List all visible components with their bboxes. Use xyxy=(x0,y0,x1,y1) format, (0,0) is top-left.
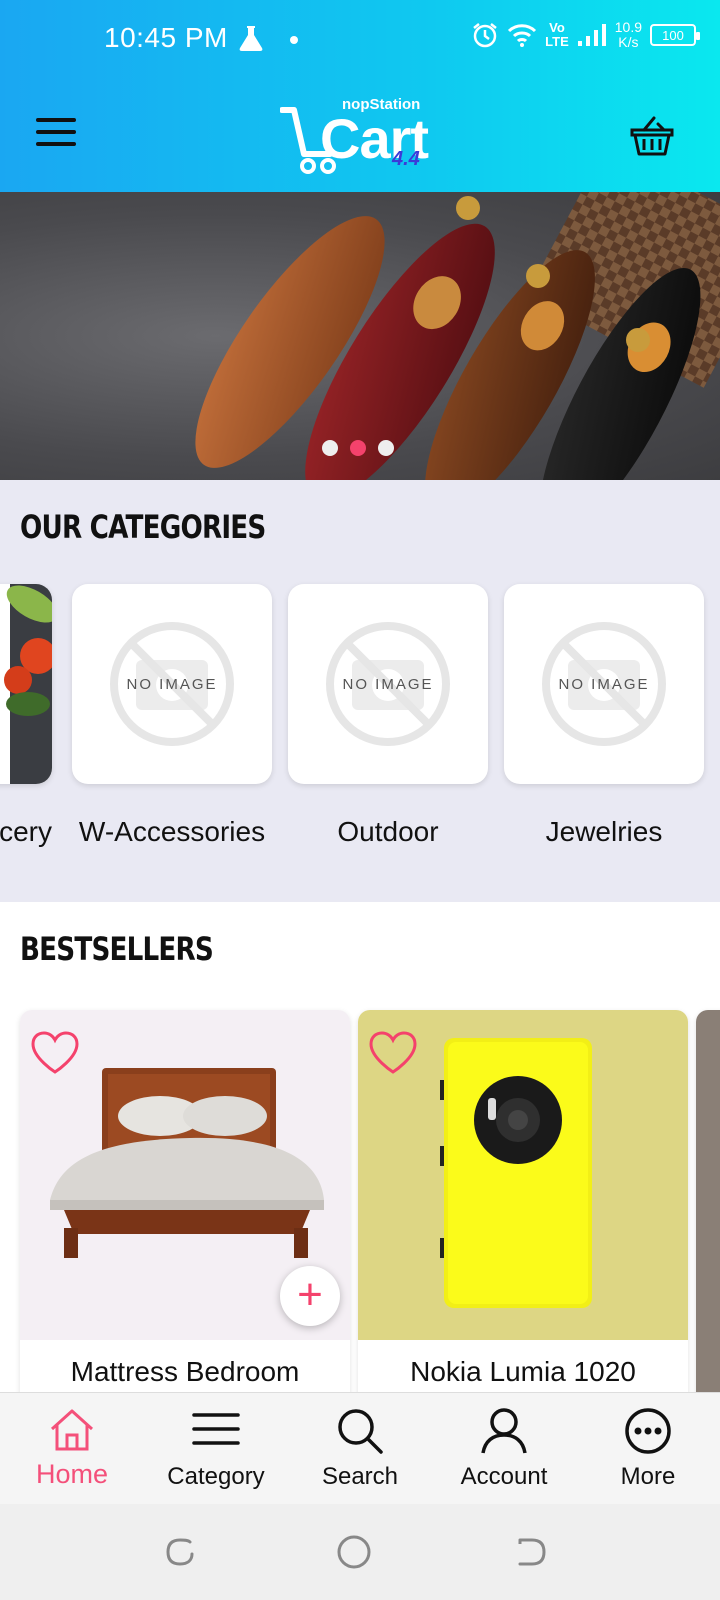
no-image-text: NO IMAGE xyxy=(126,676,218,693)
no-image-text: NO IMAGE xyxy=(342,676,434,693)
nav-label: Category xyxy=(167,1463,265,1490)
back-icon[interactable] xyxy=(510,1532,550,1572)
network-speed-unit: K/s xyxy=(618,34,639,50)
carousel-dot[interactable] xyxy=(378,440,394,456)
status-right: Vo LTE 10.9 K/s 100 xyxy=(471,20,700,50)
system-navigation-bar xyxy=(0,1504,720,1600)
menu-button[interactable] xyxy=(36,118,76,148)
account-icon xyxy=(481,1408,527,1454)
category-label[interactable]: cery xyxy=(0,816,52,848)
nav-label: Search xyxy=(321,1463,399,1490)
nav-home[interactable]: Home xyxy=(0,1393,144,1504)
nav-account[interactable]: Account xyxy=(432,1393,576,1504)
signal-icon xyxy=(577,24,606,46)
notification-dot xyxy=(290,36,298,44)
battery-icon: 100 xyxy=(650,24,700,46)
carousel-dot-active[interactable] xyxy=(350,440,366,456)
search-icon xyxy=(338,1409,383,1454)
volte-indicator: Vo LTE xyxy=(545,21,569,49)
alarm-icon xyxy=(473,23,497,48)
product-card-nokia-lumia-1020[interactable]: Nokia Lumia 1020 xyxy=(358,1010,688,1392)
battery-level: 100 xyxy=(662,27,684,43)
carousel-dot[interactable] xyxy=(322,440,338,456)
more-icon xyxy=(625,1408,671,1454)
hamburger-line xyxy=(36,142,76,146)
promo-banner[interactable] xyxy=(0,192,720,480)
product-name[interactable]: Mattress Bedroom xyxy=(20,1356,350,1388)
volte-top: Vo xyxy=(549,20,565,35)
category-label[interactable]: W-Accessories xyxy=(62,816,282,848)
category-card-grocery[interactable] xyxy=(0,584,52,784)
categories-section: OUR CATEGORIES cery NO IMAGE W-Accessori… xyxy=(0,480,720,902)
nav-more[interactable]: More xyxy=(576,1393,720,1504)
home-system-icon[interactable] xyxy=(334,1532,374,1572)
nav-category[interactable]: Category xyxy=(144,1393,288,1504)
category-card-outdoor[interactable]: NO IMAGE xyxy=(288,584,488,784)
category-card-jewelries[interactable]: NO IMAGE xyxy=(504,584,704,784)
hamburger-line xyxy=(36,130,76,134)
nav-label: Home xyxy=(35,1459,109,1489)
hamburger-line xyxy=(36,118,76,122)
network-speed: 10.9 K/s xyxy=(615,20,642,50)
nav-search[interactable]: Search xyxy=(288,1393,432,1504)
app-header: 10:45 PM Vo LTE 10.9 K/s 100 nopStation … xyxy=(0,0,720,192)
status-bar: 10:45 PM Vo LTE 10.9 K/s 100 xyxy=(0,0,720,80)
brand-version: 4.4 xyxy=(392,148,420,170)
bestsellers-title: BESTSELLERS xyxy=(20,930,214,968)
nav-label: Account xyxy=(460,1463,548,1490)
home-icon xyxy=(50,1409,94,1451)
product-card-mattress-bedroom[interactable]: + Mattress Bedroom xyxy=(20,1010,350,1392)
favorite-heart-icon[interactable] xyxy=(30,1030,80,1076)
add-to-cart-button[interactable]: + xyxy=(280,1266,340,1326)
recents-icon[interactable] xyxy=(160,1532,200,1572)
volte-bottom: LTE xyxy=(545,34,569,49)
banner-image xyxy=(195,192,720,480)
nav-label: More xyxy=(620,1463,676,1490)
bottom-navigation: Home Category Search Account More xyxy=(0,1392,720,1504)
categories-title: OUR CATEGORIES xyxy=(20,508,266,546)
category-label[interactable]: Outdoor xyxy=(278,816,498,848)
product-name[interactable]: Nokia Lumia 1020 xyxy=(358,1356,688,1388)
category-card-w-accessories[interactable]: NO IMAGE xyxy=(72,584,272,784)
carousel-indicator xyxy=(322,440,394,456)
favorite-heart-icon[interactable] xyxy=(368,1030,418,1076)
menu-lines-icon xyxy=(192,1413,240,1445)
wifi-icon xyxy=(508,24,537,47)
category-image xyxy=(4,584,52,784)
flask-icon xyxy=(239,26,263,51)
network-speed-value: 10.9 xyxy=(614,19,642,35)
no-image-text: NO IMAGE xyxy=(558,676,650,693)
category-label[interactable]: Jewelries xyxy=(494,816,714,848)
bestsellers-section: BESTSELLERS + Mattress Bedroom Nokia Lum… xyxy=(0,902,720,1392)
status-time: 10:45 PM xyxy=(104,22,228,53)
product-card-partial[interactable] xyxy=(696,1010,720,1392)
app-logo: nopStation Cart 4.4 xyxy=(280,96,440,176)
basket-icon[interactable] xyxy=(630,114,674,158)
